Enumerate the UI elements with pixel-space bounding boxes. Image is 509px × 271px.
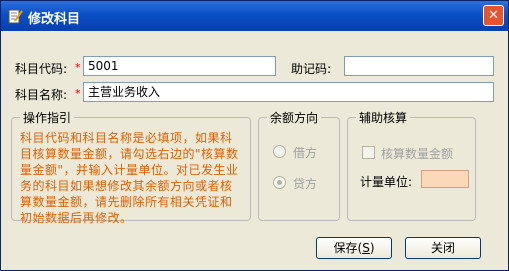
- window-title: 修改科目: [28, 12, 81, 27]
- close-window-button[interactable]: ✕: [483, 5, 504, 26]
- edit-subject-dialog: 修改科目 ✕ 科目代码: * 5001 助记码: 科目名称: * 主营业务收入 …: [0, 0, 509, 271]
- quantity-amount-checkbox[interactable]: [362, 146, 375, 159]
- operation-guide-title: 操作指引: [20, 109, 75, 126]
- edit-document-icon: [8, 9, 23, 24]
- quantity-amount-label: 核算数量金额: [381, 147, 454, 161]
- save-shortcut-key: S: [362, 241, 370, 255]
- close-icon: ✕: [488, 8, 499, 23]
- balance-direction-title: 余额方向: [267, 109, 322, 126]
- subject-name-label: 科目名称:: [15, 88, 68, 102]
- auxiliary-accounting-title: 辅助核算: [356, 109, 411, 126]
- unit-input[interactable]: [421, 170, 469, 188]
- debit-radio-label: 借方: [293, 146, 318, 160]
- operation-guide-group: 操作指引 科目代码和科目名称是必填项，如果科目核算数量金额，请勾选右边的"核算数…: [11, 109, 251, 225]
- credit-radio-label: 贷方: [293, 177, 318, 191]
- required-mark: *: [75, 61, 81, 74]
- save-button[interactable]: 保存(S): [316, 237, 392, 259]
- mnemonic-label: 助记码:: [291, 62, 332, 76]
- unit-label: 计量单位:: [360, 175, 413, 189]
- credit-radio[interactable]: [273, 176, 286, 189]
- title-bar[interactable]: 修改科目 ✕: [1, 1, 508, 31]
- subject-name-input[interactable]: 主营业务收入: [83, 82, 494, 102]
- operation-guide-text: 科目代码和科目名称是必填项，如果科目核算数量金额，请勾选右边的"核算数量金额"，…: [20, 131, 239, 225]
- debit-radio[interactable]: [273, 145, 286, 158]
- subject-code-input[interactable]: 5001: [83, 56, 276, 76]
- auxiliary-accounting-group: 辅助核算 核算数量金额 计量单位:: [347, 109, 476, 221]
- close-button[interactable]: 关闭: [405, 237, 481, 259]
- balance-direction-group: 余额方向 借方 贷方: [258, 109, 340, 221]
- dialog-body: 科目代码: * 5001 助记码: 科目名称: * 主营业务收入 操作指引 科目…: [1, 31, 508, 270]
- mnemonic-input[interactable]: [344, 56, 494, 76]
- subject-code-label: 科目代码:: [15, 62, 68, 76]
- required-mark: *: [75, 87, 81, 100]
